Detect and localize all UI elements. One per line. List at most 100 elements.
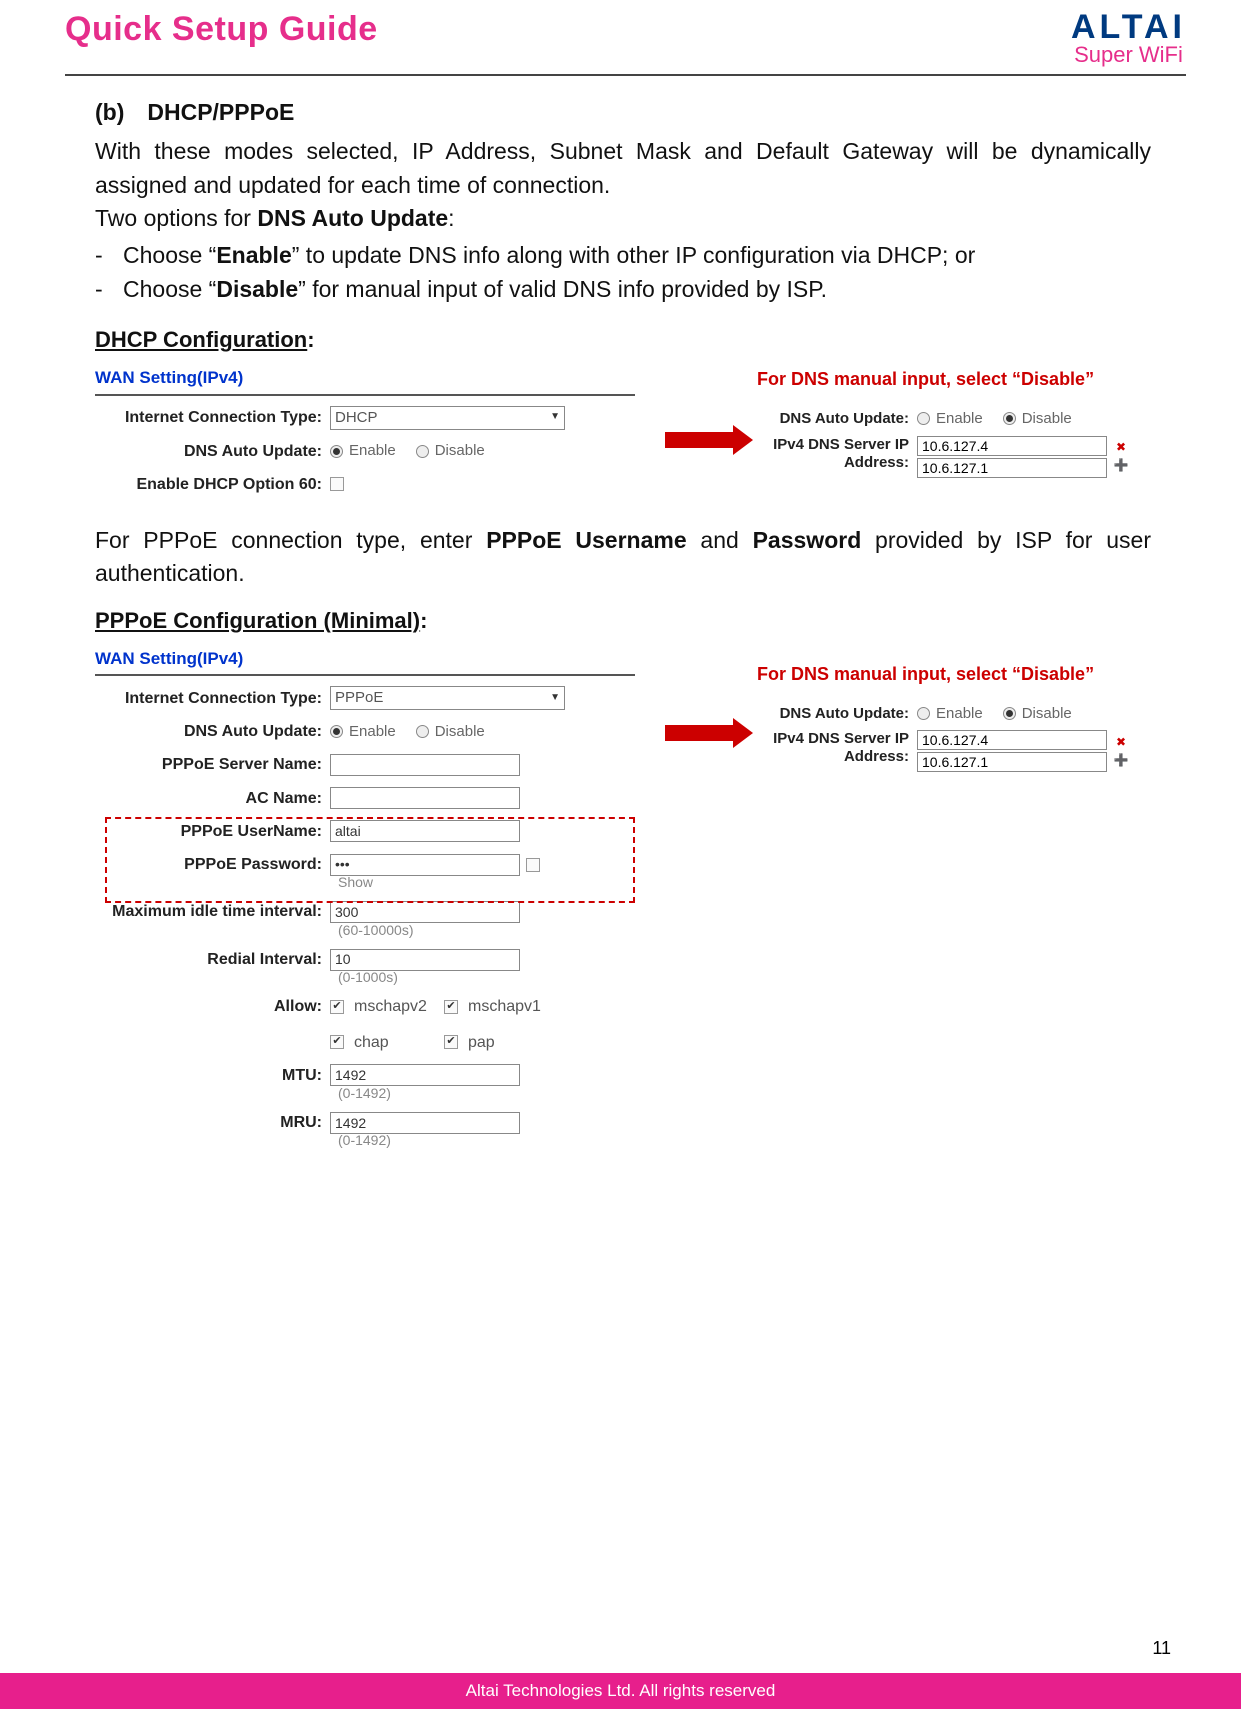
label-dns-auto-update: DNS Auto Update: (757, 408, 917, 430)
radio-enable[interactable] (330, 445, 343, 458)
label-pppoe-username: PPPoE UserName: (95, 820, 330, 843)
label-ipv4-dns: IPv4 DNS Server IP Address: (757, 730, 917, 766)
list-item: - Choose “Enable” to update DNS info alo… (95, 239, 1151, 272)
label-dhcp-option-60: Enable DHCP Option 60: (95, 473, 330, 496)
label-pppoe-server: PPPoE Server Name: (95, 753, 330, 776)
label-redial: Redial Interval: (95, 948, 330, 971)
arrow-icon (665, 725, 735, 741)
page-title: Quick Setup Guide (65, 10, 378, 49)
radio-disable[interactable] (1003, 707, 1016, 720)
logo-text: ALTAI (1071, 10, 1186, 44)
radio-enable[interactable] (330, 725, 343, 738)
pppoe-username-input[interactable]: altai (330, 820, 520, 842)
arrow-annotation (665, 647, 735, 741)
underlined-heading: DHCP Configuration (95, 327, 307, 352)
bullet-dash: - (95, 273, 123, 306)
bullet-dash: - (95, 239, 123, 272)
dns-ip-input-1[interactable]: 10.6.127.4 (917, 730, 1107, 750)
radio-disable-label: Disable (1022, 703, 1072, 725)
list-item: - Choose “Disable” for manual input of v… (95, 273, 1151, 306)
radio-enable-label: Enable (936, 408, 983, 430)
pppoe-wan-panel: WAN Setting(IPv4) Internet Connection Ty… (95, 647, 655, 1159)
checkbox-pap[interactable] (444, 1035, 458, 1049)
bold-text: Password (753, 527, 862, 553)
section-b-paragraph-2: Two options for DNS Auto Update: (95, 202, 1151, 235)
bold-text: PPPoE Username (486, 527, 686, 553)
radio-disable[interactable] (416, 445, 429, 458)
text: For PPPoE connection type, enter (95, 527, 486, 553)
radio-enable[interactable] (917, 412, 930, 425)
logo-subtitle: Super WiFi (1071, 44, 1186, 66)
label-dns-auto-update: DNS Auto Update: (95, 720, 330, 743)
label-connection-type: Internet Connection Type: (95, 687, 330, 710)
radio-disable[interactable] (416, 725, 429, 738)
label-max-idle: Maximum idle time interval: (95, 900, 330, 923)
delete-icon[interactable]: ✖ (1113, 734, 1129, 750)
label-pppoe-password: PPPoE Password: (95, 853, 330, 876)
delete-icon[interactable]: ✖ (1113, 440, 1129, 456)
checkbox-label: mschapv1 (468, 995, 541, 1018)
checkbox-mschapv2[interactable] (330, 1000, 344, 1014)
brand-logo: ALTAI Super WiFi (1071, 10, 1186, 66)
pppoe-server-input[interactable] (330, 754, 520, 776)
text: ” to update DNS info along with other IP… (292, 242, 976, 268)
checkbox-label: chap (354, 1031, 434, 1054)
text: Choose “ (123, 276, 216, 302)
wan-setting-title: WAN Setting(IPv4) (95, 647, 635, 677)
radio-enable-label: Enable (349, 721, 396, 743)
label-dns-auto-update: DNS Auto Update: (757, 703, 917, 725)
chevron-down-icon: ▼ (550, 410, 560, 425)
ac-name-input[interactable] (330, 787, 520, 809)
underlined-heading: PPPoE Configuration (Minimal) (95, 608, 420, 633)
pppoe-callout: For DNS manual input, select “Disable” D… (745, 647, 1151, 779)
bold-text: Disable (216, 276, 298, 302)
radio-enable-label: Enable (349, 440, 396, 462)
checkbox-chap[interactable] (330, 1035, 344, 1049)
radio-disable-label: Disable (435, 721, 485, 743)
label-mtu: MTU: (95, 1064, 330, 1087)
connection-type-select[interactable]: DHCP ▼ (330, 406, 565, 430)
list-item-text: Choose “Disable” for manual input of val… (123, 273, 1151, 306)
dhcp-subhead: DHCP Configuration: (95, 324, 1151, 356)
dns-ip-input-2[interactable]: 10.6.127.1 (917, 752, 1107, 772)
dns-ip-input-2[interactable]: 10.6.127.1 (917, 458, 1107, 478)
show-password-checkbox[interactable] (526, 858, 540, 872)
arrow-annotation (665, 366, 735, 448)
checkbox-option-60[interactable] (330, 477, 344, 491)
page-number: 11 (1152, 1638, 1171, 1659)
chevron-down-icon: ▼ (550, 691, 560, 706)
red-note: For DNS manual input, select “Disable” (757, 661, 1151, 687)
select-value: DHCP (335, 407, 378, 429)
label-mru: MRU: (95, 1111, 330, 1134)
add-icon[interactable]: ➕ (1113, 458, 1129, 474)
add-icon[interactable]: ➕ (1113, 752, 1129, 768)
pppoe-subhead: PPPoE Configuration (Minimal): (95, 605, 1151, 637)
radio-disable[interactable] (1003, 412, 1016, 425)
list-item-text: Choose “Enable” to update DNS info along… (123, 239, 1151, 272)
radio-disable-label: Disable (435, 440, 485, 462)
radio-enable-label: Enable (936, 703, 983, 725)
arrow-icon (665, 432, 735, 448)
text: and (687, 527, 753, 553)
text: Choose “ (123, 242, 216, 268)
text: Two options for (95, 205, 257, 231)
bold-text: Enable (216, 242, 291, 268)
text: : (448, 205, 454, 231)
radio-enable[interactable] (917, 707, 930, 720)
dhcp-callout: For DNS manual input, select “Disable” D… (745, 366, 1151, 484)
label-dns-auto-update: DNS Auto Update: (95, 440, 330, 463)
connection-type-select[interactable]: PPPoE ▼ (330, 686, 565, 710)
dns-ip-input-1[interactable]: 10.6.127.4 (917, 436, 1107, 456)
checkbox-mschapv1[interactable] (444, 1000, 458, 1014)
section-b-heading: (b) DHCP/PPPoE (95, 96, 1151, 129)
pppoe-intro-text: For PPPoE connection type, enter PPPoE U… (95, 524, 1151, 591)
checkbox-label: mschapv2 (354, 995, 434, 1018)
label-allow: Allow: (95, 995, 330, 1018)
text: ” for manual input of valid DNS info pro… (298, 276, 827, 302)
label-connection-type: Internet Connection Type: (95, 406, 330, 429)
label-ac-name: AC Name: (95, 787, 330, 810)
red-note: For DNS manual input, select “Disable” (757, 366, 1151, 392)
wan-setting-title: WAN Setting(IPv4) (95, 366, 635, 396)
footer: Altai Technologies Ltd. All rights reser… (0, 1673, 1241, 1709)
label-ipv4-dns: IPv4 DNS Server IP Address: (757, 436, 917, 472)
